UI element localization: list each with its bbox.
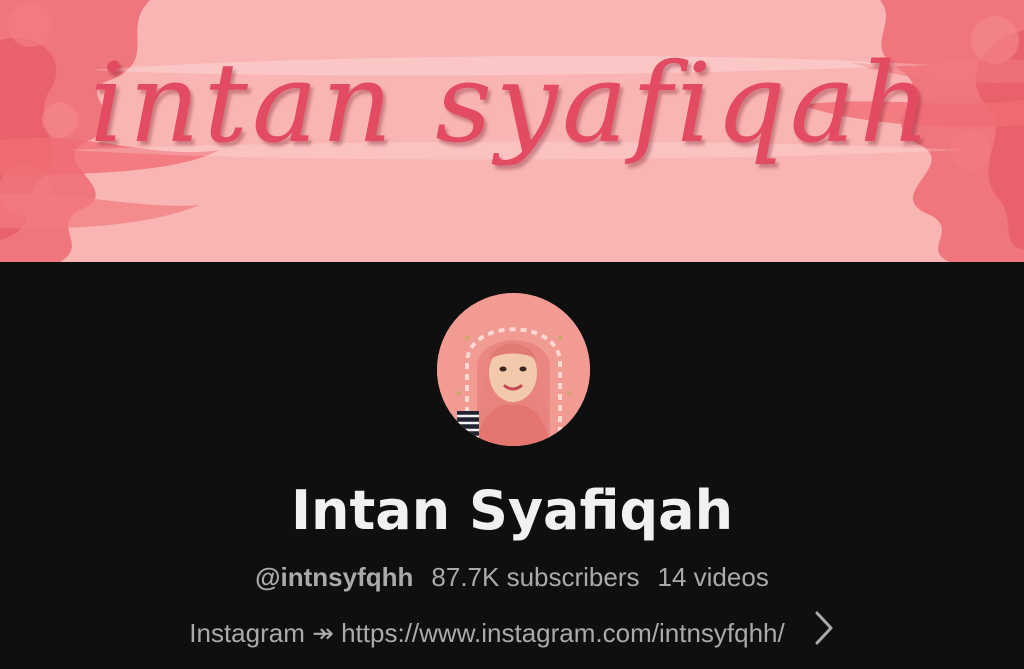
channel-name: Intan Syafiqah — [290, 479, 734, 542]
channel-meta: @intnsyfqhh 87.7K subscribers 14 videos — [0, 560, 1024, 594]
banner-title: intan syafiqah — [89, 39, 935, 167]
chevron-right-icon[interactable] — [813, 610, 835, 654]
video-count: 14 videos — [657, 562, 769, 592]
channel-handle[interactable]: @intnsyfqhh — [255, 562, 413, 592]
channel-page: intan syafiqah Intan Syafiqah @intnsyfqh… — [0, 0, 1024, 669]
subscriber-count: 87.7K subscribers — [431, 562, 640, 592]
channel-link-text: Instagram ↠ https://www.instagram.com/in… — [189, 618, 785, 648]
channel-banner: intan syafiqah — [0, 0, 1024, 262]
avatar[interactable] — [437, 293, 590, 446]
avatar-image — [437, 293, 590, 446]
channel-description-link[interactable]: Instagram ↠ https://www.instagram.com/in… — [0, 611, 1024, 654]
